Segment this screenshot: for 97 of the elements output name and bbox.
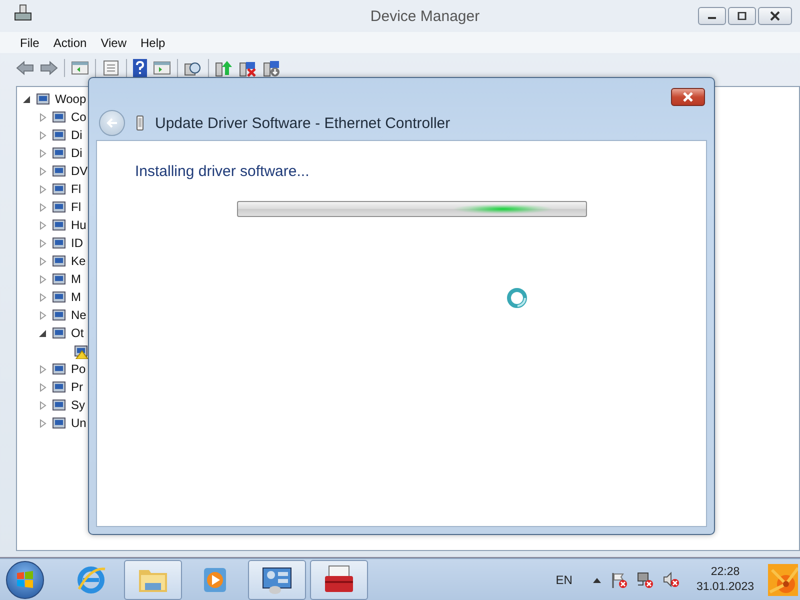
console-tree-icon[interactable] xyxy=(71,60,89,76)
expand-arrow-icon[interactable] xyxy=(39,310,47,320)
expand-arrow-icon[interactable] xyxy=(39,184,47,194)
tree-item[interactable]: Fl xyxy=(71,200,81,214)
device-icon xyxy=(51,289,67,305)
action-pane-icon[interactable] xyxy=(153,60,171,76)
collapse-arrow-icon[interactable] xyxy=(39,328,47,338)
tree-item[interactable]: Sy xyxy=(71,398,86,412)
tree-item[interactable]: Ne xyxy=(71,308,86,322)
device-icon xyxy=(51,163,67,179)
expand-arrow-icon[interactable] xyxy=(39,418,47,428)
device-icon xyxy=(51,145,67,161)
device-icon xyxy=(51,199,67,215)
tree-item[interactable]: Woop xyxy=(55,92,86,106)
speaker-icon[interactable] xyxy=(662,570,680,588)
uninstall-icon[interactable] xyxy=(239,59,257,77)
device-icon xyxy=(51,109,67,125)
collapse-arrow-icon[interactable] xyxy=(23,94,31,104)
maximize-button[interactable] xyxy=(728,7,756,25)
expand-arrow-icon[interactable] xyxy=(39,382,47,392)
back-icon[interactable] xyxy=(16,60,34,76)
close-icon xyxy=(770,11,780,21)
dialog-title: Update Driver Software - Ethernet Controller xyxy=(155,114,450,132)
busy-cursor-icon xyxy=(506,287,528,309)
back-button[interactable] xyxy=(99,110,125,136)
window-title: Device Manager xyxy=(369,8,481,24)
expand-arrow-icon[interactable] xyxy=(39,274,47,284)
expand-arrow-icon[interactable] xyxy=(39,292,47,302)
device-icon xyxy=(51,415,67,431)
expand-arrow-icon[interactable] xyxy=(39,166,47,176)
computer-icon xyxy=(14,4,32,22)
clock-time[interactable]: 22:28 xyxy=(710,564,740,580)
start-button[interactable] xyxy=(6,560,44,598)
expand-arrow-icon[interactable] xyxy=(39,148,47,158)
device-icon xyxy=(51,307,67,323)
toolbox-icon xyxy=(323,564,355,594)
tree-item[interactable]: Hu xyxy=(71,218,86,232)
back-arrow-icon xyxy=(106,117,118,129)
help-icon[interactable] xyxy=(133,59,147,77)
network-icon[interactable] xyxy=(636,570,654,588)
device-icon xyxy=(51,181,67,197)
device-icon xyxy=(51,379,67,395)
show-hidden-icons-icon[interactable] xyxy=(592,576,602,584)
expand-arrow-icon[interactable] xyxy=(39,130,47,140)
expand-arrow-icon[interactable] xyxy=(39,364,47,374)
expand-arrow-icon[interactable] xyxy=(39,112,47,122)
tree-item[interactable]: ID xyxy=(71,236,83,250)
tree-item[interactable]: M xyxy=(71,272,81,286)
tree-item[interactable]: Fl xyxy=(71,182,81,196)
tree-item[interactable]: Ot xyxy=(71,326,84,340)
globe-e-icon xyxy=(75,564,107,594)
menu-item[interactable]: Action xyxy=(47,36,93,50)
windows-flag-icon xyxy=(15,570,35,590)
update-driver-icon[interactable] xyxy=(215,59,233,77)
expand-arrow-icon[interactable] xyxy=(39,238,47,248)
tree-item[interactable]: Di xyxy=(71,128,82,142)
enable-device-icon[interactable] xyxy=(263,59,281,77)
tree-item[interactable]: Pr xyxy=(71,380,83,394)
tree-item[interactable]: Un xyxy=(71,416,86,430)
language-indicator[interactable]: EN xyxy=(556,572,572,586)
tree-item[interactable]: Co xyxy=(71,110,86,124)
close-button[interactable] xyxy=(758,7,792,25)
clock-date[interactable]: 31.01.2023 xyxy=(696,580,754,594)
taskbar-button[interactable] xyxy=(310,560,368,600)
tree-item[interactable]: Di xyxy=(71,146,82,160)
device-icon xyxy=(51,397,67,413)
tree-item[interactable]: Ke xyxy=(71,254,86,268)
expand-arrow-icon[interactable] xyxy=(39,400,47,410)
properties-icon[interactable] xyxy=(102,60,120,76)
menu-item[interactable]: View xyxy=(94,36,132,50)
close-button[interactable] xyxy=(671,88,705,106)
monitor-icon xyxy=(261,564,293,594)
expand-arrow-icon[interactable] xyxy=(39,202,47,212)
device-icon xyxy=(35,91,51,107)
menu-item[interactable]: Help xyxy=(134,36,172,50)
tree-item[interactable]: DV xyxy=(71,164,88,178)
minimize-button[interactable] xyxy=(698,7,726,25)
expand-arrow-icon[interactable] xyxy=(39,220,47,230)
taskbar-button[interactable] xyxy=(248,560,306,600)
device-icon xyxy=(51,361,67,377)
device-icon xyxy=(135,115,145,131)
device-icon xyxy=(51,325,67,341)
forward-icon[interactable] xyxy=(40,60,58,76)
menu-item[interactable]: File xyxy=(14,36,46,50)
status-message: Installing driver software... xyxy=(135,163,310,180)
device-icon xyxy=(51,253,67,269)
close-icon xyxy=(682,92,694,102)
tree-item[interactable]: M xyxy=(71,290,81,304)
tree-item[interactable]: Po xyxy=(71,362,86,376)
flag-icon[interactable] xyxy=(610,570,628,588)
device-icon xyxy=(51,127,67,143)
device-icon xyxy=(51,217,67,233)
device-icon xyxy=(51,235,67,251)
expand-arrow-icon[interactable] xyxy=(39,256,47,266)
device-icon xyxy=(51,271,67,287)
maximize-icon xyxy=(737,12,747,20)
flower-icon[interactable] xyxy=(768,564,798,596)
